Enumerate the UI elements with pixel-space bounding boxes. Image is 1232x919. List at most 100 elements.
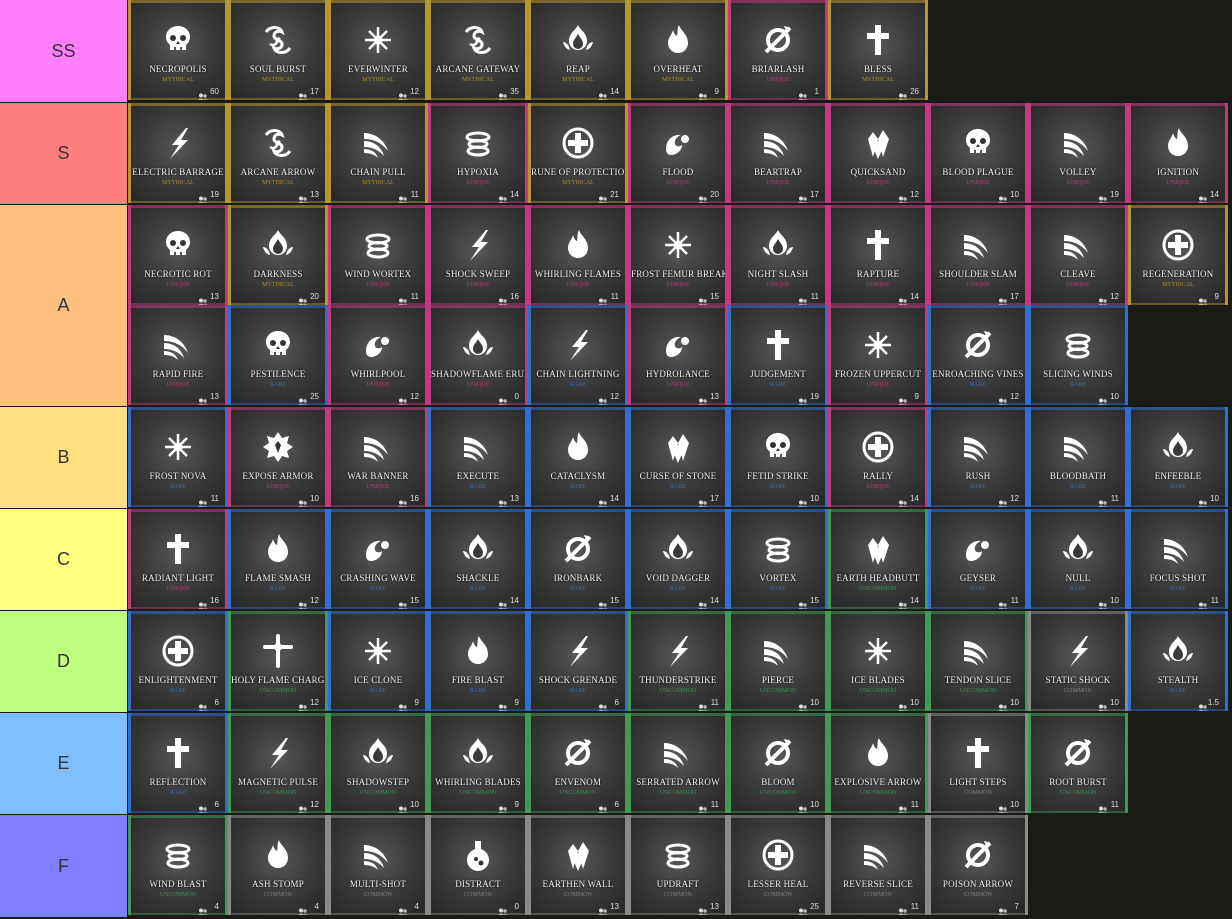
skill-card-shackle[interactable]: Shackle Rare 14: [428, 509, 528, 609]
skill-card-beartrap[interactable]: Beartrap Unique 17: [728, 103, 828, 203]
skill-card-static-shock[interactable]: Static Shock Common 10: [1028, 611, 1128, 711]
skill-card-geyser[interactable]: Geyser Rare 11: [928, 509, 1028, 609]
skill-card-whirlpool[interactable]: Whirlpool Unique 12: [328, 305, 428, 405]
skill-card-shock-sweep[interactable]: Shock Sweep Unique 16: [428, 205, 528, 305]
skill-card-bless[interactable]: Bless Mythical 26: [828, 0, 928, 100]
skill-card-enfeeble[interactable]: Enfeeble Rare 10: [1128, 407, 1228, 507]
skill-card-distract[interactable]: Distract Common 0: [428, 815, 528, 915]
skill-card-blood-plague[interactable]: Blood Plague Unique 10: [928, 103, 1028, 203]
skill-card-quicksand[interactable]: Quicksand Unique 12: [828, 103, 928, 203]
skill-card-magnetic-pulse[interactable]: Magnetic Pulse Uncommon 12: [228, 713, 328, 813]
tier-label[interactable]: D: [0, 611, 128, 712]
skill-card-shock-grenade[interactable]: Shock Grenade Rare 6: [528, 611, 628, 711]
skill-card-frozen-uppercut[interactable]: Frozen Uppercut Unique 9: [828, 305, 928, 405]
tier-label[interactable]: E: [0, 713, 128, 814]
skill-card-darkness[interactable]: Darkness Mythical 20: [228, 205, 328, 305]
skill-card-thunderstrike[interactable]: Thunderstrike Uncommon 11: [628, 611, 728, 711]
skill-card-focus-shot[interactable]: Focus Shot Rare 11: [1128, 509, 1228, 609]
skill-card-rally[interactable]: Rally Unique 14: [828, 407, 928, 507]
skill-card-radiant-light[interactable]: Radiant Light Unique 16: [128, 509, 228, 609]
skill-card-holy-flame-charge[interactable]: Holy Flame Charge Uncommon 12: [228, 611, 328, 711]
skill-card-updraft[interactable]: Updraft Common 13: [628, 815, 728, 915]
skill-card-ironbark[interactable]: Ironbark Rare 15: [528, 509, 628, 609]
skill-card-necrotic-rot[interactable]: Necrotic Rot Unique 13: [128, 205, 228, 305]
skill-card-judgement[interactable]: Judgement Rare 19: [728, 305, 828, 405]
skill-card-curse-of-stone[interactable]: Curse of Stone Rare 17: [628, 407, 728, 507]
skill-card-ash-stomp[interactable]: Ash Stomp Common 4: [228, 815, 328, 915]
skill-card-reflection[interactable]: Reflection Rare 6: [128, 713, 228, 813]
skill-card-shoulder-slam[interactable]: Shoulder Slam Unique 17: [928, 205, 1028, 305]
skill-card-fire-blast[interactable]: Fire Blast Rare 9: [428, 611, 528, 711]
skill-card-overheat[interactable]: Overheat Mythical 9: [628, 0, 728, 100]
skill-card-arcane-arrow[interactable]: Arcane Arrow Mythical 13: [228, 103, 328, 203]
tier-label[interactable]: C: [0, 509, 128, 610]
skill-card-pestilence[interactable]: Pestilence Rare 25: [228, 305, 328, 405]
skill-card-volley[interactable]: Volley Unique 19: [1028, 103, 1128, 203]
skill-card-briarlash[interactable]: Briarlash Unique 1: [728, 0, 828, 100]
skill-card-earth-headbutt[interactable]: Earth Headbutt Uncommon 14: [828, 509, 928, 609]
skill-card-electric-barrage[interactable]: Electric Barrage Mythical 19: [128, 103, 228, 203]
skill-card-lesser-heal[interactable]: Lesser Heal Common 25: [728, 815, 828, 915]
skill-card-hydrolance[interactable]: Hydrolance Unique 13: [628, 305, 728, 405]
skill-card-frost-femur-breaker[interactable]: Frost Femur Breaker Unique 15: [628, 205, 728, 305]
skill-card-serrated-arrow[interactable]: Serrated Arrow Uncommon 11: [628, 713, 728, 813]
skill-card-bloom[interactable]: Bloom Uncommon 10: [728, 713, 828, 813]
tier-label[interactable]: B: [0, 407, 128, 508]
tier-label[interactable]: A: [0, 205, 128, 406]
skill-card-regeneration[interactable]: Regeneration Mythical 9: [1128, 205, 1228, 305]
skill-card-whirling-flames[interactable]: Whirling Flames Unique 11: [528, 205, 628, 305]
skill-card-void-dagger[interactable]: Void Dagger Rare 14: [628, 509, 728, 609]
skill-card-reverse-slice[interactable]: Reverse Slice Common 11: [828, 815, 928, 915]
skill-card-light-steps[interactable]: Light Steps Common 10: [928, 713, 1028, 813]
skill-card-bloodbath[interactable]: Bloodbath Rare 11: [1028, 407, 1128, 507]
skill-card-flood[interactable]: Flood Unique 20: [628, 103, 728, 203]
skill-card-root-burst[interactable]: Root Burst Uncommon 11: [1028, 713, 1128, 813]
skill-card-stealth[interactable]: Stealth Rare 1.5: [1128, 611, 1228, 711]
skill-card-frost-nova[interactable]: Frost Nova Rare 11: [128, 407, 228, 507]
skill-card-cataclysm[interactable]: Cataclysm Rare 14: [528, 407, 628, 507]
skill-card-cleave[interactable]: Cleave Unique 12: [1028, 205, 1128, 305]
skill-card-everwinter[interactable]: Everwinter Mythical 12: [328, 0, 428, 100]
skill-card-arcane-gateway[interactable]: Arcane Gateway Mythical 35: [428, 0, 528, 100]
skill-card-shadowflame-eruption[interactable]: Shadowflame Eruption Unique 0: [428, 305, 528, 405]
skill-card-hypoxia[interactable]: Hypoxia Unique 14: [428, 103, 528, 203]
tier-label[interactable]: F: [0, 815, 128, 917]
skill-card-tendon-slice[interactable]: Tendon Slice Uncommon 10: [928, 611, 1028, 711]
skill-card-ice-clone[interactable]: Ice Clone Rare 9: [328, 611, 428, 711]
skill-card-wind-wortex[interactable]: Wind Wortex Unique 11: [328, 205, 428, 305]
skill-card-flame-smash[interactable]: Flame Smash Rare 12: [228, 509, 328, 609]
skill-card-necropolis[interactable]: Necropolis Mythical 60: [128, 0, 228, 100]
skill-card-null[interactable]: Null Rare 10: [1028, 509, 1128, 609]
skill-card-wind-blast[interactable]: Wind Blast Uncommon 4: [128, 815, 228, 915]
skill-card-reap[interactable]: Reap Mythical 14: [528, 0, 628, 100]
skill-card-earthen-wall[interactable]: Earthen Wall Common 13: [528, 815, 628, 915]
skill-card-rune-of-protection[interactable]: Rune of Protection Mythical 21: [528, 103, 628, 203]
skill-card-expose-armor[interactable]: Expose Armor Unique 10: [228, 407, 328, 507]
skill-card-explosive-arrow[interactable]: Explosive Arrow Uncommon 11: [828, 713, 928, 813]
skill-card-execute[interactable]: Execute Rare 13: [428, 407, 528, 507]
skill-card-enlightenment[interactable]: Enlightenment Rare 6: [128, 611, 228, 711]
skill-card-multi-shot[interactable]: Multi-Shot Common 4: [328, 815, 428, 915]
tier-label[interactable]: S: [0, 103, 128, 204]
skill-card-night-slash[interactable]: Night Slash Unique 11: [728, 205, 828, 305]
skill-card-rapid-fire[interactable]: Rapid Fire Unique 13: [128, 305, 228, 405]
skill-card-slicing-winds[interactable]: Slicing Winds Rare 10: [1028, 305, 1128, 405]
skill-card-war-banner[interactable]: War Banner Unique 16: [328, 407, 428, 507]
skill-card-pierce[interactable]: Pierce Uncommon 10: [728, 611, 828, 711]
skill-card-shadowstep[interactable]: Shadowstep Uncommon 10: [328, 713, 428, 813]
skill-card-crashing-wave[interactable]: Crashing Wave Rare 15: [328, 509, 428, 609]
skill-card-poison-arrow[interactable]: Poison Arrow Common 7: [928, 815, 1028, 915]
skill-card-rush[interactable]: Rush Rare 12: [928, 407, 1028, 507]
skill-card-enroaching-vines[interactable]: Enroaching Vines Rare 12: [928, 305, 1028, 405]
skill-card-soul-burst[interactable]: Soul Burst Mythical 17: [228, 0, 328, 100]
skill-card-ignition[interactable]: Ignition Unique 14: [1128, 103, 1228, 203]
skill-card-whirling-blades[interactable]: Whirling Blades Uncommon 9: [428, 713, 528, 813]
skill-card-chain-lightning[interactable]: Chain Lightning Rare 12: [528, 305, 628, 405]
skill-card-vortex[interactable]: Vortex Rare 15: [728, 509, 828, 609]
skill-card-ice-blades[interactable]: Ice Blades Uncommon 10: [828, 611, 928, 711]
skill-card-fetid-strike[interactable]: Fetid Strike Rare 10: [728, 407, 828, 507]
skill-card-chain-pull[interactable]: Chain Pull Mythical 11: [328, 103, 428, 203]
skill-card-rapture[interactable]: Rapture Unique 14: [828, 205, 928, 305]
skill-card-envenom[interactable]: Envenom Uncommon 6: [528, 713, 628, 813]
tier-label[interactable]: SS: [0, 0, 128, 102]
